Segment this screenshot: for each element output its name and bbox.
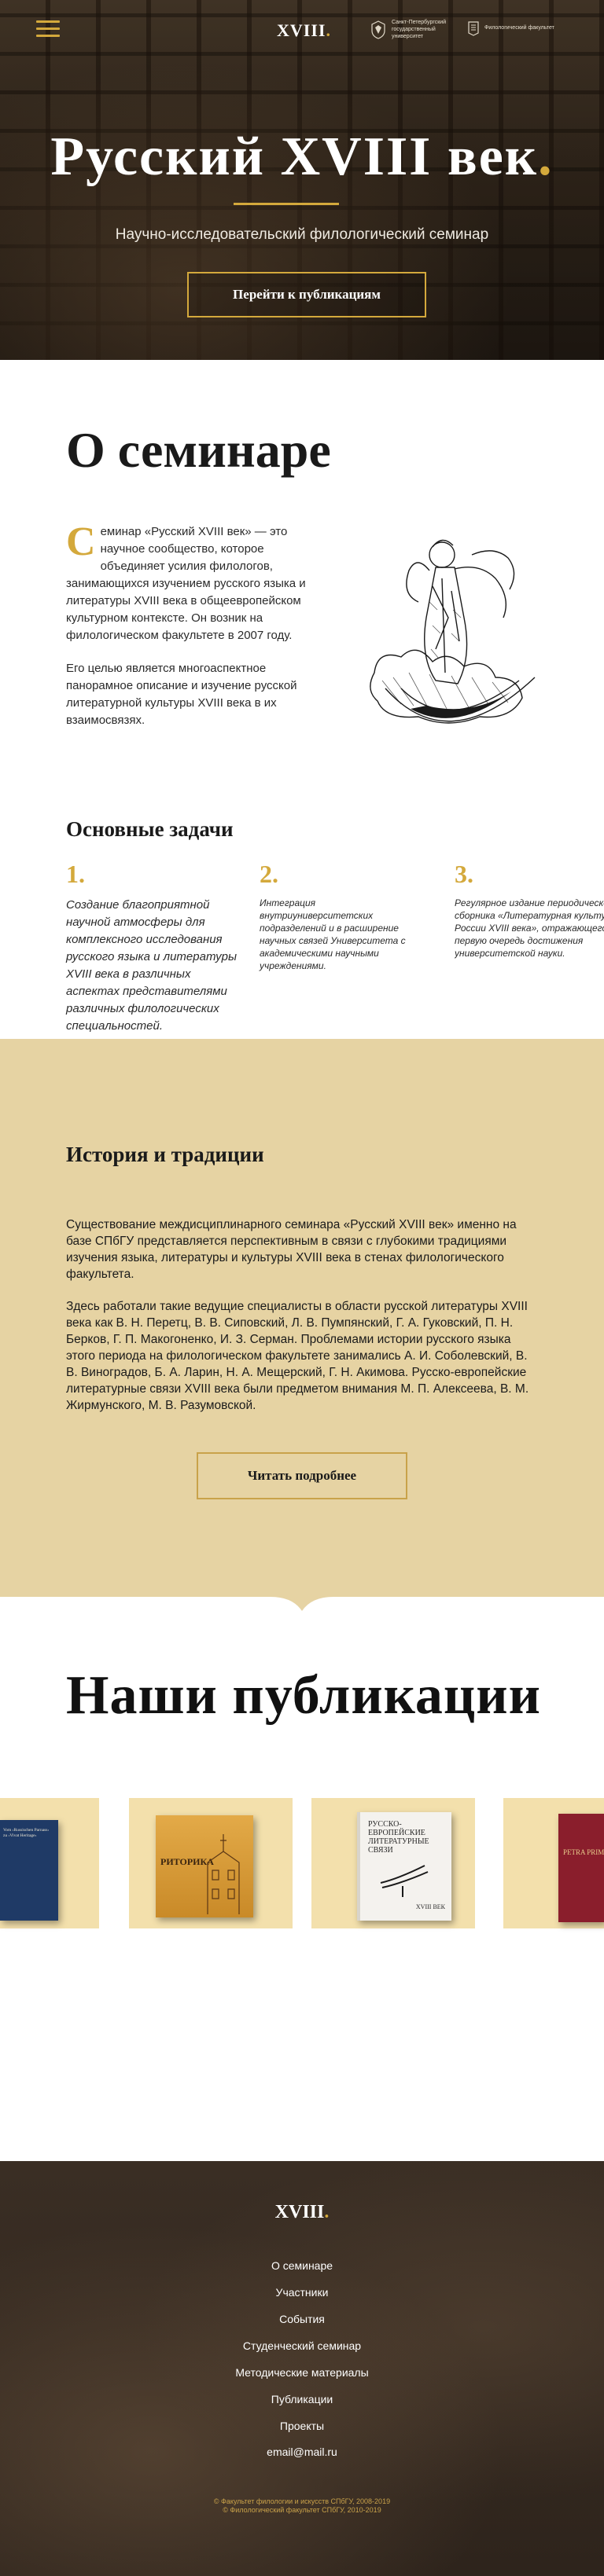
history-text: Существование междисциплинарного семинар…: [66, 1216, 538, 1429]
dropcap: С: [66, 519, 96, 564]
footer-nav-publications[interactable]: Публикации: [0, 2386, 604, 2413]
book-illustration: [207, 1834, 240, 1914]
history-notch: [271, 1580, 333, 1611]
book-title: Vom ‹Russischen Parnass› zu ‹Vivat Herit…: [3, 1828, 50, 1838]
footer-email-link[interactable]: email@mail.ru: [0, 2446, 604, 2458]
spbu-emblem-icon: [371, 20, 385, 39]
read-more-button[interactable]: Читать подробнее: [197, 1452, 407, 1499]
publication-card[interactable]: PETRA PRIMA: [503, 1798, 604, 1928]
copyright-line: © Факультет филологии и искусств СПбГУ, …: [213, 2497, 391, 2505]
task-number: 2.: [260, 860, 278, 888]
task-number: 3.: [455, 860, 473, 888]
publication-card[interactable]: Vom ‹Russischen Parnass› zu ‹Vivat Herit…: [0, 1798, 99, 1928]
task-text: Интеграция внутриуниверситетских подразд…: [260, 897, 406, 971]
footer-nav-projects[interactable]: Проекты: [0, 2413, 604, 2439]
footer-nav: О семинаре Участники События Студенчески…: [0, 2252, 604, 2439]
history-paragraph-2: Здесь работали такие ведущие специалисты…: [66, 1300, 529, 1412]
publication-card[interactable]: РУССКО-ЕВРОПЕЙСКИЕ ЛИТЕРАТУРНЫЕ СВЯЗИ XV…: [311, 1798, 475, 1928]
book-cover: PETRA PRIMA: [558, 1814, 604, 1922]
task-text: Создание благоприятной научной атмосферы…: [66, 898, 238, 1033]
book-cover: Vom ‹Russischen Parnass› zu ‹Vivat Herit…: [0, 1820, 58, 1921]
about-paragraph-1: еминар «Русский XVIII век» — это научное…: [66, 525, 306, 642]
tasks-title: Основные задачи: [66, 817, 234, 841]
task-text: Регулярное издание периодического сборни…: [455, 897, 604, 959]
faculty-emblem-icon: [468, 21, 479, 36]
book-title: PETRA PRIMA: [563, 1848, 604, 1856]
site-logo[interactable]: XVIII.: [277, 20, 331, 41]
allegory-engraving-image: [370, 539, 536, 724]
about-paragraph-2: Его целью является многоаспектное панора…: [66, 662, 297, 727]
publication-card[interactable]: РИТОРИКА: [129, 1798, 293, 1928]
copyright-line: © Филологический факультет СПбГУ, 2010-2…: [223, 2506, 381, 2514]
hero-title: Русский XVIII век.: [50, 127, 554, 187]
task-item: 2. Интеграция внутриуниверситетских подр…: [260, 860, 417, 972]
footer-nav-participants[interactable]: Участники: [0, 2279, 604, 2306]
task-number: 1.: [66, 860, 85, 888]
footer-nav-methodical-materials[interactable]: Методические материалы: [0, 2359, 604, 2386]
book-illustration: [380, 1865, 429, 1897]
book-title: РУССКО-ЕВРОПЕЙСКИЕ ЛИТЕРАТУРНЫЕ СВЯЗИ: [368, 1820, 429, 1855]
footer-copyright: © Факультет филологии и искусств СПбГУ, …: [0, 2497, 604, 2515]
footer-nav-about[interactable]: О семинаре: [0, 2252, 604, 2279]
book-cover: РИТОРИКА: [156, 1815, 253, 1917]
history-title: История и традиции: [66, 1143, 264, 1166]
about-text: Семинар «Русский XVIII век» — это научно…: [66, 519, 326, 745]
go-to-publications-button[interactable]: Перейти к публикациям: [187, 272, 426, 317]
task-item: 1. Создание благоприятной научной атмосф…: [66, 860, 239, 1035]
history-paragraph-1: Существование междисциплинарного семинар…: [66, 1218, 517, 1281]
publications-title: Наши публикации: [66, 1665, 541, 1726]
footer-logo[interactable]: XVIII.: [0, 2202, 604, 2223]
hero-subtitle: Научно-исследовательский филологический …: [115, 226, 489, 243]
book-subtitle: XVIII ВЕК: [415, 1903, 445, 1910]
hero-divider: [234, 203, 339, 205]
spbu-name: Санкт-Петербургский государственный унив…: [392, 20, 447, 39]
menu-icon[interactable]: [36, 20, 60, 38]
about-title: О семинаре: [66, 422, 331, 478]
footer-nav-events[interactable]: События: [0, 2306, 604, 2332]
book-cover: РУССКО-ЕВРОПЕЙСКИЕ ЛИТЕРАТУРНЫЕ СВЯЗИ XV…: [357, 1812, 451, 1921]
faculty-name: Филологический факультет: [484, 24, 554, 31]
footer-nav-student-seminar[interactable]: Студенческий семинар: [0, 2332, 604, 2359]
task-item: 3. Регулярное издание периодического сбо…: [455, 860, 604, 960]
spbu-logo[interactable]: Санкт-Петербургский государственный унив…: [370, 19, 456, 40]
philology-faculty-logo[interactable]: Филологический факультет: [467, 19, 571, 36]
